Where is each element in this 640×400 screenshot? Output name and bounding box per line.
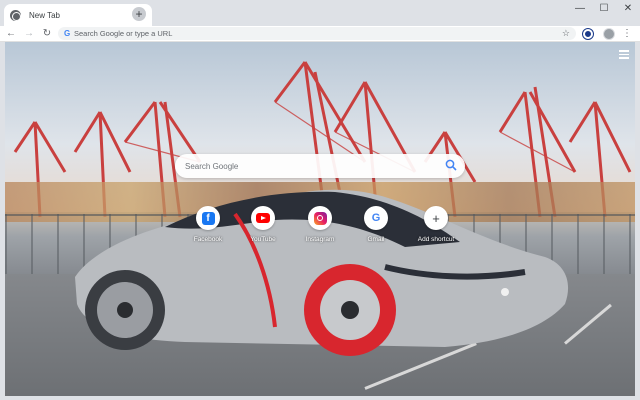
shortcut-tile: f bbox=[196, 206, 220, 230]
shortcut-youtube[interactable]: YouTube bbox=[236, 206, 290, 243]
youtube-icon bbox=[256, 213, 270, 223]
tab-title: New Tab bbox=[29, 10, 60, 20]
shortcut-label: Instagram bbox=[305, 236, 335, 243]
menu-icon[interactable]: ⋮ bbox=[622, 27, 632, 41]
window-controls: — ☐ ✕ bbox=[568, 0, 640, 20]
extension-icon[interactable] bbox=[583, 29, 593, 39]
facebook-icon: f bbox=[201, 211, 215, 225]
plus-icon: + bbox=[432, 210, 440, 226]
tab-strip: New Tab × + — ☐ ✕ bbox=[0, 0, 640, 26]
maximize-button[interactable]: ☐ bbox=[592, 0, 616, 20]
address-input[interactable] bbox=[74, 27, 554, 40]
close-window-button[interactable]: ✕ bbox=[616, 0, 640, 20]
shortcut-tile: + bbox=[424, 206, 448, 230]
google-icon: G bbox=[371, 212, 381, 224]
new-tab-button[interactable]: + bbox=[132, 7, 146, 21]
shortcut-instagram[interactable]: Instagram bbox=[293, 206, 347, 243]
profile-avatar[interactable] bbox=[603, 28, 615, 40]
shortcut-tile bbox=[308, 206, 332, 230]
shortcut-label: Add shortcut bbox=[417, 236, 455, 243]
google-icon: G bbox=[64, 29, 71, 38]
shortcut-gmail[interactable]: G Gmail bbox=[349, 206, 403, 243]
minimize-button[interactable]: — bbox=[568, 0, 592, 20]
forward-button[interactable]: → bbox=[22, 27, 36, 41]
search-icon[interactable] bbox=[445, 159, 457, 171]
shortcut-add[interactable]: + Add shortcut bbox=[409, 206, 463, 243]
shortcuts-grid: f Facebook YouTube Instagram G Gmail + A… bbox=[183, 206, 473, 250]
shortcut-label: Facebook bbox=[193, 236, 223, 243]
globe-icon bbox=[10, 9, 21, 21]
bookmark-star-icon[interactable]: ☆ bbox=[562, 27, 570, 40]
omnibox[interactable]: G ☆ bbox=[58, 27, 576, 40]
shortcut-label: Gmail bbox=[367, 236, 385, 243]
back-button[interactable]: ← bbox=[4, 27, 18, 41]
ntp-search-input[interactable] bbox=[185, 161, 435, 171]
ntp-search-box[interactable] bbox=[175, 154, 465, 178]
customize-menu-icon[interactable] bbox=[619, 50, 629, 59]
tab-new-tab[interactable]: New Tab × bbox=[4, 4, 152, 26]
reload-button[interactable]: ↻ bbox=[40, 27, 54, 41]
instagram-icon bbox=[313, 211, 327, 225]
new-tab-page: f Facebook YouTube Instagram G Gmail + bbox=[5, 42, 635, 396]
shortcut-label: YouTube bbox=[250, 236, 276, 243]
shortcut-tile: G bbox=[364, 206, 388, 230]
shortcut-tile bbox=[251, 206, 275, 230]
browser-toolbar: ← → ↻ G ☆ ⋮ bbox=[0, 26, 640, 42]
shortcut-facebook[interactable]: f Facebook bbox=[181, 206, 235, 243]
